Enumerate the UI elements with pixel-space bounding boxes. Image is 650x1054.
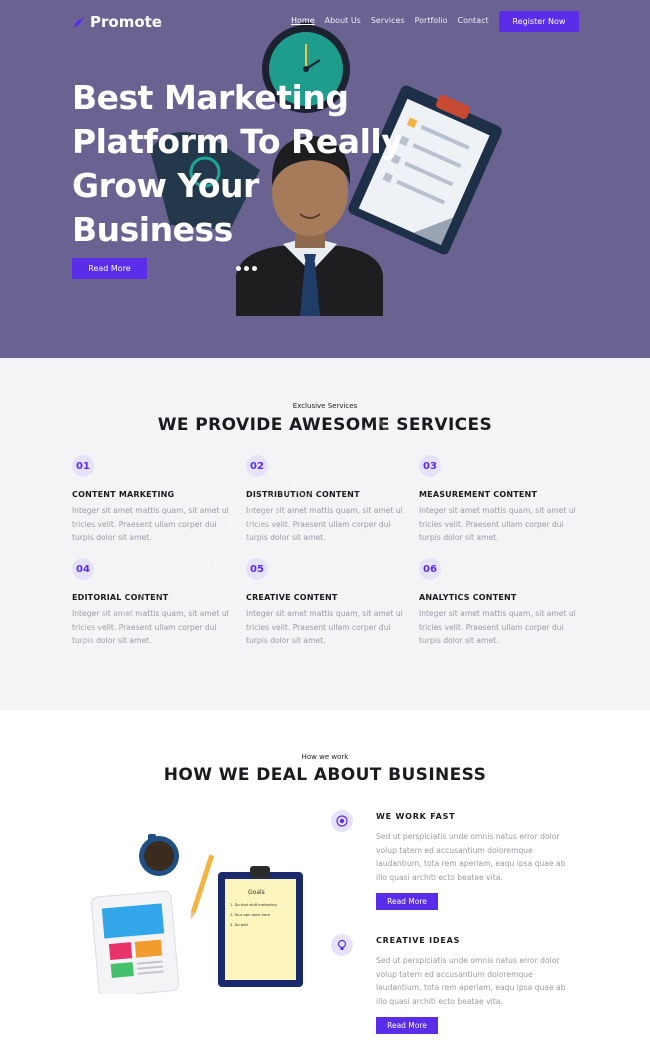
top-navbar: Promote Home About Us Services Portfolio… <box>0 0 650 44</box>
tablet-icon <box>90 890 180 994</box>
clipboard-line: 1. Do that stuff marketing <box>230 903 277 907</box>
register-now-button[interactable]: Register Now <box>499 11 579 32</box>
services-title: WE PROVIDE AWESOME SERVICES <box>157 415 493 435</box>
services-section: Exclusive Services WE PROVIDE AWESOME SE… <box>0 358 650 710</box>
rocket-icon <box>73 16 84 28</box>
slider-dot[interactable] <box>244 266 249 271</box>
clipboard-line: 2. Your own work here <box>230 913 271 917</box>
hero-title-line: Grow Your <box>72 166 259 205</box>
service-title: DISTRIBUTION CONTENT <box>246 490 360 499</box>
how-item: CREATIVE IDEAS Sed ut perspiciatis unde … <box>331 934 571 1054</box>
service-card: 02 DISTRIBUTION CONTENT Integer sit amet… <box>246 455 406 545</box>
lightbulb-icon <box>331 934 353 956</box>
desk-illustration: Goals 1. Do that stuff marketing 2. Your… <box>90 834 303 994</box>
creative-ideas-read-more-button[interactable]: Read More <box>376 1017 438 1034</box>
slider-dot[interactable] <box>236 266 241 271</box>
how-item-title: WE WORK FAST <box>376 812 456 821</box>
hero-title-line: Business <box>72 210 233 249</box>
service-description: Integer sit amet mattis quam, sit amet u… <box>246 506 403 542</box>
service-title: CREATIVE CONTENT <box>246 593 338 602</box>
pencil-icon <box>190 854 215 920</box>
brand-name: Promote <box>90 13 162 31</box>
service-number-badge: 02 <box>246 455 268 477</box>
slider-dots <box>236 266 257 271</box>
nav-item-services[interactable]: Services <box>371 16 405 25</box>
service-description: Integer sit amet mattis quam, sit amet u… <box>419 609 576 645</box>
how-item-description: Sed ut perspiciatis unde omnis natus err… <box>376 832 566 882</box>
hero-read-more-button[interactable]: Read More <box>72 258 147 279</box>
clipboard-icon: Goals 1. Do that stuff marketing 2. Your… <box>218 866 303 987</box>
hero-title: Best Marketing Platform To Really Grow Y… <box>72 76 432 252</box>
how-item-title: CREATIVE IDEAS <box>376 936 461 945</box>
hero-title-line: Platform To Really <box>72 122 403 161</box>
nav-item-about-us[interactable]: About Us <box>325 16 361 25</box>
clipboard-line: 3. Do well <box>230 923 248 927</box>
slider-dot[interactable] <box>252 266 257 271</box>
how-item-description: Sed ut perspiciatis unde omnis natus err… <box>376 956 566 1006</box>
service-number-badge: 06 <box>419 558 441 580</box>
service-title: ANALYTICS CONTENT <box>419 593 517 602</box>
how-item: WE WORK FAST Sed ut perspiciatis unde om… <box>331 810 571 930</box>
service-card: 03 MEASUREMENT CONTENT Integer sit amet … <box>419 455 579 545</box>
nav-item-portfolio[interactable]: Portfolio <box>415 16 448 25</box>
service-description: Integer sit amet mattis quam, sit amet u… <box>246 609 403 645</box>
service-card: 06 ANALYTICS CONTENT Integer sit amet ma… <box>419 558 579 648</box>
service-title: EDITORIAL CONTENT <box>72 593 169 602</box>
coffee-cup-icon <box>139 834 179 876</box>
clipboard-heading: Goals <box>248 889 265 896</box>
service-number-badge: 03 <box>419 455 441 477</box>
how-kicker: How we work <box>301 753 349 761</box>
work-fast-read-more-button[interactable]: Read More <box>376 893 438 910</box>
nav-item-home[interactable]: Home <box>291 16 315 25</box>
service-number-badge: 04 <box>72 558 94 580</box>
service-description: Integer sit amet mattis quam, sit amet u… <box>72 609 229 645</box>
service-description: Integer sit amet mattis quam, sit amet u… <box>419 506 576 542</box>
how-title: HOW WE DEAL ABOUT BUSINESS <box>163 765 487 785</box>
service-card: 05 CREATIVE CONTENT Integer sit amet mat… <box>246 558 406 648</box>
how-we-work-section: How we work HOW WE DEAL ABOUT BUSINESS G… <box>0 710 650 1054</box>
main-menu: Home About Us Services Portfolio Contact <box>291 16 489 25</box>
services-kicker: Exclusive Services <box>292 402 358 410</box>
hero-section: Promote Home About Us Services Portfolio… <box>0 0 650 358</box>
target-icon <box>331 810 353 832</box>
service-title: MEASUREMENT CONTENT <box>419 490 538 499</box>
service-card: 01 CONTENT MARKETING Integer sit amet ma… <box>72 455 232 545</box>
service-card: 04 EDITORIAL CONTENT Integer sit amet ma… <box>72 558 232 648</box>
service-number-badge: 05 <box>246 558 268 580</box>
service-number-badge: 01 <box>72 455 94 477</box>
nav-item-contact[interactable]: Contact <box>458 16 489 25</box>
service-title: CONTENT MARKETING <box>72 490 175 499</box>
brand-logo[interactable]: Promote <box>72 13 162 31</box>
service-description: Integer sit amet mattis quam, sit amet u… <box>72 506 229 542</box>
hero-title-line: Best Marketing <box>72 78 349 117</box>
